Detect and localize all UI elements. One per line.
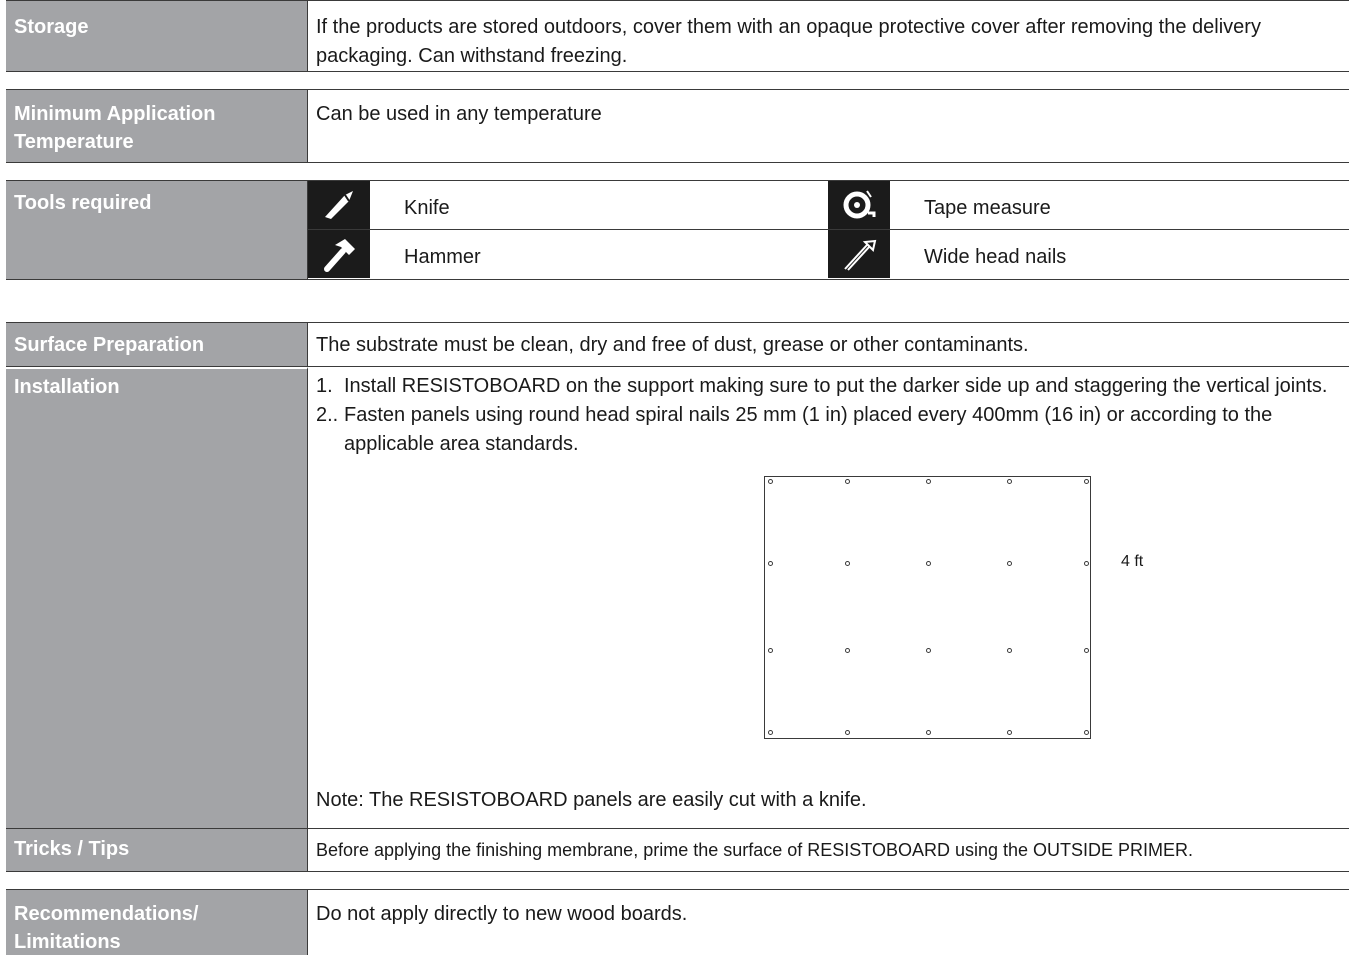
- installation-label: Installation: [6, 367, 308, 828]
- hammer-icon: [308, 230, 370, 278]
- knife-icon: [308, 181, 370, 229]
- recommendations-label: Recommendations/ Limitations: [6, 890, 308, 955]
- installation-step-1: 1. Install RESISTOBOARD on the support m…: [316, 372, 1341, 401]
- nail-point: [926, 479, 931, 484]
- nail-point: [768, 479, 773, 484]
- nail-point: [845, 730, 850, 735]
- nail-point: [1007, 648, 1012, 653]
- surface-prep-section: Surface Preparation The substrate must b…: [6, 322, 1349, 366]
- nail-point: [1007, 561, 1012, 566]
- tool-knife-label: Knife: [404, 197, 450, 219]
- installation-step-2: 2.. Fasten panels using round head spira…: [316, 401, 1341, 459]
- nail-pattern-diagram: [764, 476, 1091, 739]
- tape-measure-icon: [828, 181, 890, 229]
- nail-point: [1084, 730, 1089, 735]
- nail-point: [1007, 479, 1012, 484]
- nail-point: [768, 648, 773, 653]
- nail-point: [845, 561, 850, 566]
- step-text: Install RESISTOBOARD on the support maki…: [344, 375, 1328, 397]
- nail-point: [1084, 479, 1089, 484]
- nail-point: [926, 730, 931, 735]
- tool-hammer-label: Hammer: [404, 246, 481, 268]
- nail-point: [768, 730, 773, 735]
- min-temp-section: Minimum Application Temperature Can be u…: [6, 89, 1349, 163]
- installation-content: 1. Install RESISTOBOARD on the support m…: [308, 367, 1349, 828]
- step-number: 1.: [316, 375, 333, 397]
- installation-section: Installation 1. Install RESISTOBOARD on …: [6, 367, 1349, 828]
- step-text: Fasten panels using round head spiral na…: [344, 404, 1273, 455]
- nail-point: [1084, 648, 1089, 653]
- nail-point: [1084, 561, 1089, 566]
- min-temp-label: Minimum Application Temperature: [6, 90, 308, 162]
- storage-section: Storage If the products are stored outdo…: [6, 0, 1349, 72]
- nail-point: [926, 648, 931, 653]
- tools-section: Tools required Knife Tape measure Hammer…: [6, 180, 1349, 280]
- nail-point: [768, 561, 773, 566]
- nail-icon: [828, 230, 890, 278]
- tool-tape-measure-label: Tape measure: [924, 197, 1051, 219]
- tips-section: Tricks / Tips Before applying the finish…: [6, 829, 1349, 871]
- tips-text: Before applying the finishing membrane, …: [316, 840, 1194, 860]
- installation-steps: 1. Install RESISTOBOARD on the support m…: [316, 372, 1341, 459]
- surface-prep-label: Surface Preparation: [6, 323, 308, 366]
- surface-prep-text: The substrate must be clean, dry and fre…: [316, 334, 1029, 356]
- nail-point: [845, 479, 850, 484]
- tool-nails-label: Wide head nails: [924, 246, 1067, 268]
- panel-dimension-label: 4 ft: [1121, 553, 1144, 570]
- min-temp-text: Can be used in any temperature: [316, 103, 602, 125]
- tools-label: Tools required: [6, 181, 308, 279]
- nail-point: [1007, 730, 1012, 735]
- tips-label: Tricks / Tips: [6, 829, 308, 871]
- storage-text: If the products are stored outdoors, cov…: [316, 16, 1261, 67]
- storage-label: Storage: [6, 1, 308, 71]
- installation-note: Note: The RESISTOBOARD panels are easily…: [316, 789, 867, 811]
- nail-point: [926, 561, 931, 566]
- tips-bottom-border: [6, 871, 1349, 872]
- recommendations-text: Do not apply directly to new wood boards…: [316, 903, 688, 925]
- tools-row-2: Hammer Wide head nails: [308, 230, 1349, 278]
- tools-row-1: Knife Tape measure: [308, 181, 1349, 229]
- recommendations-section: Recommendations/ Limitations Do not appl…: [6, 889, 1349, 955]
- nail-point: [845, 648, 850, 653]
- step-number: 2..: [316, 404, 339, 426]
